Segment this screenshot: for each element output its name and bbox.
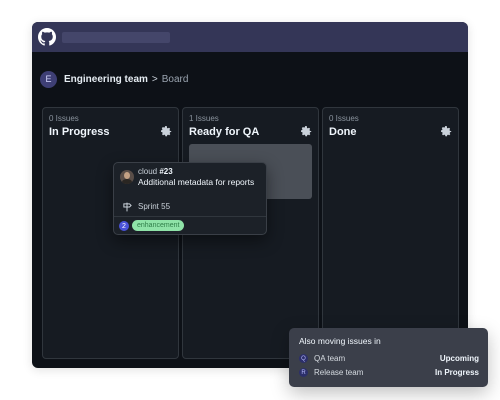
label-badge[interactable]: enhancement — [132, 220, 185, 231]
assignee-avatar — [120, 170, 134, 184]
issue-number: #23 — [159, 167, 173, 176]
milestone-name[interactable]: Sprint 55 — [138, 202, 170, 211]
repo-name: cloud — [138, 167, 158, 176]
column-issue-count: 0 Issues — [329, 114, 359, 123]
title-bar — [32, 22, 468, 52]
linked-count-badge: 2 — [119, 221, 129, 231]
issue-title[interactable]: Additional metadata for reports — [138, 177, 264, 187]
issue-reference[interactable]: cloud #23 — [138, 167, 173, 176]
team-name: Release team — [314, 368, 364, 377]
team-status: Upcoming — [439, 354, 479, 363]
team-name: QA team — [314, 354, 346, 363]
moving-issues-popover: Also moving issues in Q QA team Upcoming… — [289, 328, 488, 387]
card-divider — [114, 216, 266, 217]
breadcrumb: E Engineering team > Board — [40, 70, 188, 88]
column-issue-count: 1 Issues — [189, 114, 219, 123]
breadcrumb-current-page: Board — [161, 73, 189, 85]
popover-title: Also moving issues in — [299, 336, 381, 346]
team-badge: R — [299, 368, 308, 377]
gear-icon[interactable] — [301, 126, 312, 137]
breadcrumb-separator: > — [151, 73, 158, 85]
team-badge: Q — [299, 354, 308, 363]
url-bar-placeholder[interactable] — [62, 32, 170, 43]
team-avatar[interactable]: E — [40, 70, 57, 88]
popover-row-release-team[interactable]: R Release team In Progress — [299, 367, 479, 378]
column-title: Ready for QA — [189, 126, 260, 138]
column-title: In Progress — [49, 126, 110, 138]
milestone-signpost-icon — [123, 202, 132, 212]
column-issue-count: 0 Issues — [49, 114, 79, 123]
popover-row-qa-team[interactable]: Q QA team Upcoming — [299, 353, 479, 364]
gear-icon[interactable] — [441, 126, 452, 137]
column-done: 0 Issues Done — [322, 107, 459, 359]
github-icon[interactable] — [38, 28, 56, 46]
breadcrumb-team-link[interactable]: Engineering team — [64, 74, 148, 85]
dragged-issue-card[interactable]: cloud #23 Additional metadata for report… — [113, 162, 267, 235]
column-title: Done — [329, 126, 357, 138]
gear-icon[interactable] — [161, 126, 172, 137]
team-status: In Progress — [434, 368, 479, 377]
